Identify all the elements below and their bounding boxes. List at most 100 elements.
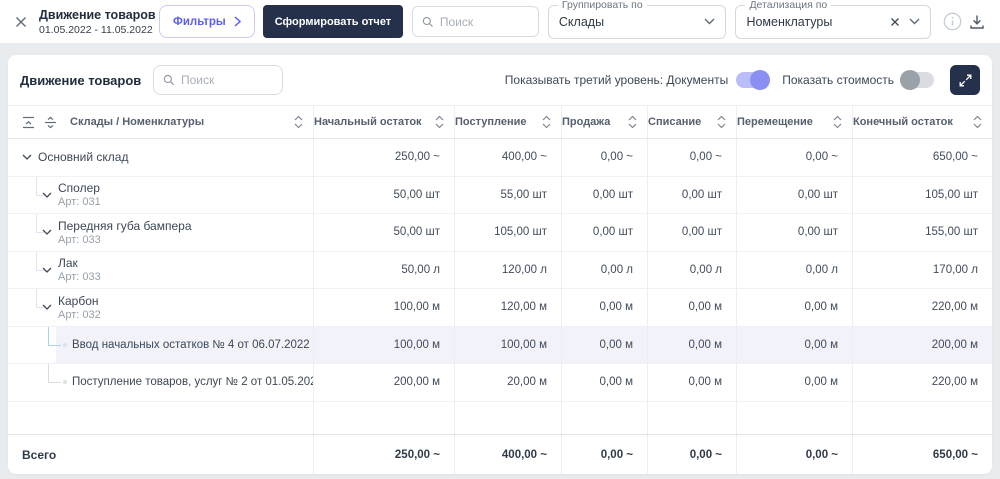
sort-icon[interactable] — [628, 115, 637, 129]
chevron-down-icon — [909, 18, 920, 25]
table-row-4[interactable]: Карбон Арт: 032 100,00 м 120,00 м 0,00 м 0,00… — [8, 289, 992, 327]
item-name: Лак — [58, 256, 78, 271]
row-value: 250,00 ~ — [313, 139, 454, 176]
item-name: Передняя губа бампера — [58, 218, 192, 233]
table-row-6[interactable]: Поступление товаров, услуг № 2 от 01.05.… — [8, 364, 992, 402]
close-icon — [16, 16, 26, 27]
chevron-down-icon — [704, 18, 715, 25]
footer-total-value: 400,00 ~ — [454, 435, 561, 474]
row-value: 100,00 м — [454, 326, 561, 363]
row-value: 105,00 шт — [852, 176, 992, 213]
chevron-down-icon[interactable] — [42, 304, 52, 311]
sort-icon[interactable] — [833, 115, 842, 129]
download-button[interactable] — [967, 11, 987, 33]
sort-icon[interactable] — [542, 115, 551, 129]
chevron-right-icon — [234, 16, 241, 27]
third-level-toggle-label: Показывать третий уровень: Документы — [504, 73, 729, 87]
row-value: 0,00 л — [647, 251, 736, 288]
fullscreen-button[interactable] — [950, 65, 980, 95]
filler-cell — [313, 401, 454, 434]
filler-cell — [647, 401, 736, 434]
column-header-5[interactable]: Перемещение — [736, 106, 852, 138]
topbar-search — [412, 6, 539, 37]
collapse-all-icon — [23, 116, 34, 128]
clear-x-icon[interactable] — [890, 17, 900, 27]
filler-cell — [561, 401, 647, 434]
row-value: 170,00 л — [852, 251, 992, 288]
chevron-down-icon[interactable] — [42, 192, 52, 198]
bullet-dot-icon — [63, 380, 67, 385]
group-by-label: Группировать по — [557, 0, 647, 11]
collapse-all-button[interactable] — [22, 116, 35, 129]
item-sku: Арт: 033 — [58, 271, 101, 284]
row-name-cell: Лак Арт: 033 — [8, 251, 313, 289]
topbar-search-input[interactable] — [439, 14, 529, 29]
row-value: 0,00 м — [561, 326, 647, 363]
column-header-4[interactable]: Списание — [647, 106, 736, 138]
generate-report-button[interactable]: Сформировать отчет — [262, 5, 404, 38]
report-title-block[interactable]: Движение товаров 01.05.2022 - 11.05.2022 — [39, 8, 156, 36]
filler-cell — [852, 401, 992, 434]
column-header-1[interactable]: Начальный остаток — [313, 106, 454, 138]
row-name-cell: Сполер Арт: 031 — [8, 176, 313, 214]
row-value: 0,00 шт — [736, 214, 852, 251]
document-name: Ввод начальных остатков № 4 от 06.07.202… — [72, 338, 310, 351]
detail-by-label: Детализация по — [745, 0, 832, 11]
item-sku: Арт: 032 — [58, 308, 101, 321]
footer-total-value: 0,00 ~ — [561, 435, 647, 474]
filler-cell — [736, 401, 852, 434]
sort-icon[interactable] — [294, 115, 303, 129]
footer-total-label: Всего — [22, 447, 57, 462]
column-header-6[interactable]: Конечный остаток — [852, 106, 992, 138]
chevron-down-icon[interactable] — [22, 154, 32, 161]
table-row-3[interactable]: Лак Арт: 033 50,00 л 120,00 л 0,00 л 0,00 л 0,… — [8, 251, 992, 289]
sort-icon[interactable] — [717, 115, 726, 129]
info-button[interactable] — [943, 11, 963, 33]
row-value: 120,00 л — [454, 251, 561, 288]
row-value: 0,00 шт — [736, 176, 852, 213]
column-header-tree[interactable]: Склады / Номенклатуры — [8, 106, 313, 138]
chevron-down-icon[interactable] — [42, 267, 52, 273]
column-header-label: Склады / Номенклатуры — [70, 116, 205, 128]
row-value: 0,00 м — [647, 289, 736, 326]
close-button[interactable] — [13, 13, 29, 31]
table-search-input[interactable] — [181, 73, 274, 87]
detail-by-value: Номенклатуры — [746, 14, 833, 29]
detail-by-select[interactable]: Детализация по Номенклатуры — [735, 0, 931, 39]
table-row-5[interactable]: Ввод начальных остатков № 4 от 06.07.202… — [8, 326, 992, 364]
column-header-label: Продажа — [562, 116, 611, 128]
column-header-3[interactable]: Продажа — [561, 106, 647, 138]
table-row-1[interactable]: Сполер Арт: 031 50,00 шт 55,00 шт 0,00 шт 0,0… — [8, 176, 992, 214]
table-footer: Всего 250,00 ~400,00 ~0,00 ~0,00 ~0,00 ~6… — [8, 434, 992, 474]
row-value: 100,00 м — [313, 289, 454, 326]
sort-icon[interactable] — [435, 115, 444, 129]
row-value: 220,00 м — [852, 289, 992, 326]
search-icon — [422, 16, 434, 27]
footer-total-value: 250,00 ~ — [313, 435, 454, 474]
column-header-2[interactable]: Поступление — [454, 106, 561, 138]
expand-icon — [959, 74, 971, 86]
row-value: 0,00 м — [561, 289, 647, 326]
row-value: 155,00 шт — [852, 214, 992, 251]
table-row-2[interactable]: Передняя губа бампера Арт: 033 50,00 шт 105… — [8, 214, 992, 252]
row-value: 100,00 м — [313, 326, 454, 363]
column-header-label: Перемещение — [737, 116, 813, 128]
table-filler — [8, 401, 992, 434]
chevron-down-icon[interactable] — [42, 229, 52, 236]
table-row-0[interactable]: Основний склад 250,00 ~400,00 ~0,00 ~0,00… — [8, 139, 992, 177]
row-value: 0,00 м — [736, 289, 852, 326]
cost-toggle-label: Показать стоимость — [782, 73, 894, 87]
sort-icon[interactable] — [973, 115, 982, 129]
row-value: 20,00 м — [454, 364, 561, 401]
third-level-toggle[interactable] — [736, 70, 771, 90]
expand-all-button[interactable] — [44, 116, 57, 129]
row-value: 400,00 ~ — [454, 139, 561, 176]
row-value: 55,00 шт — [454, 176, 561, 213]
row-value: 50,00 шт — [313, 214, 454, 251]
column-header-label: Конечный остаток — [853, 116, 953, 128]
row-value: 50,00 шт — [313, 176, 454, 213]
filters-button[interactable]: Фильтры — [159, 5, 255, 38]
cost-toggle[interactable] — [900, 70, 934, 90]
group-by-select[interactable]: Группировать по Склады — [547, 0, 727, 39]
item-sku: Арт: 031 — [58, 196, 101, 209]
